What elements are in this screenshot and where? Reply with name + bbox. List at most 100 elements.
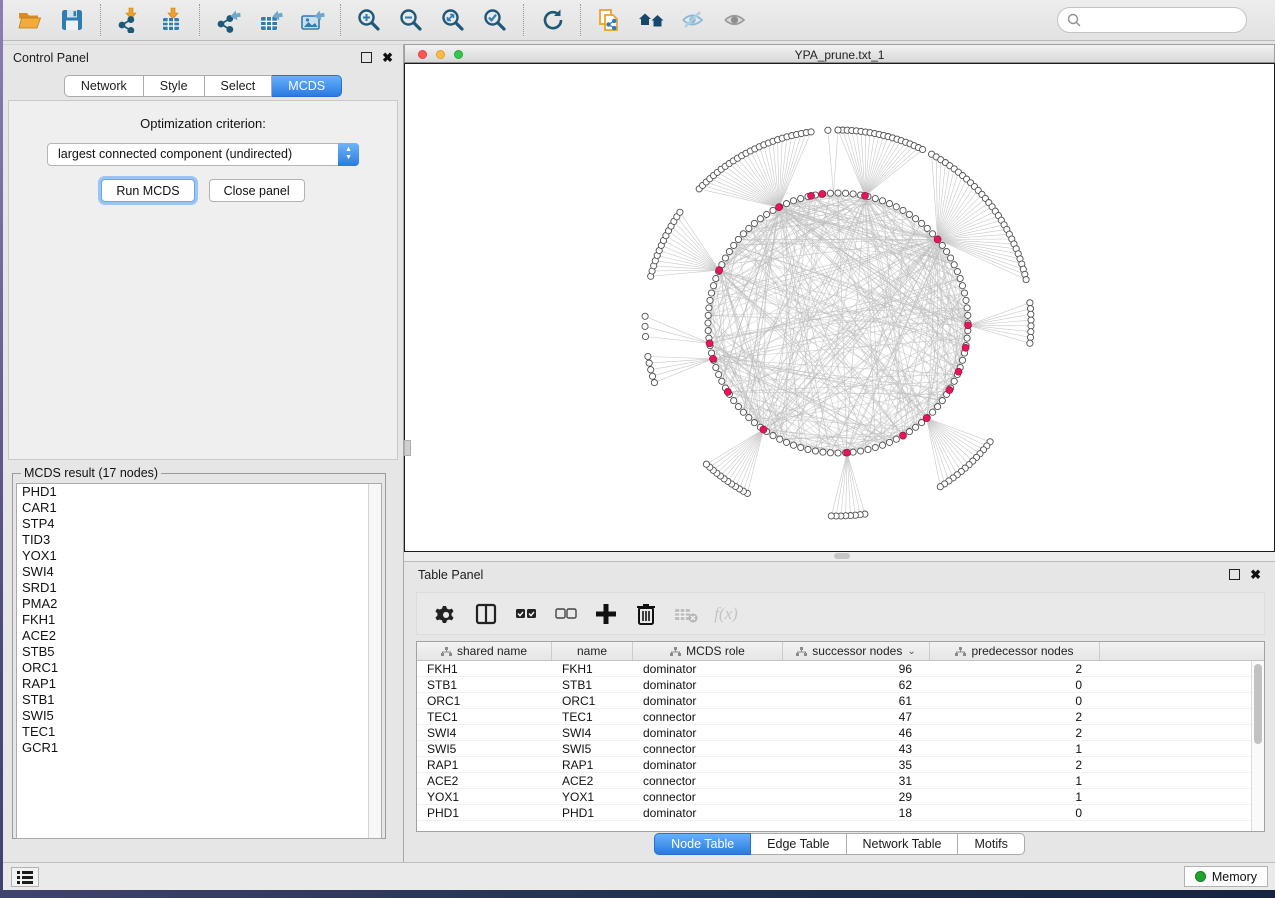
mcds-result-item[interactable]: ORC1 (17, 660, 381, 676)
tab-network[interactable]: Network (64, 75, 144, 97)
select-all-button[interactable] (513, 601, 539, 627)
table-row[interactable]: SWI5SWI5connector431 (417, 741, 1251, 757)
column-header-successor-nodes[interactable]: successor nodes⌄ (783, 642, 930, 660)
mcds-result-item[interactable]: TID3 (17, 532, 381, 548)
column-header-MCDS-role[interactable]: MCDS role (633, 642, 783, 660)
cell-shared-name: ORC1 (417, 693, 552, 708)
table-row[interactable]: SWI4SWI4dominator462 (417, 725, 1251, 741)
mcds-result-item[interactable]: ACE2 (17, 628, 381, 644)
settings-icon (433, 601, 459, 627)
float-table-panel-icon[interactable] (1229, 569, 1240, 580)
search-box[interactable] (1057, 7, 1247, 33)
mcds-result-item[interactable]: GCR1 (17, 740, 381, 756)
network-vertical-scroll-thumb[interactable] (404, 440, 411, 456)
tab-select[interactable]: Select (205, 75, 273, 97)
cell-MCDS-role: dominator (633, 693, 783, 708)
mcds-result-item[interactable]: STB1 (17, 692, 381, 708)
cell-predecessor-nodes: 2 (930, 661, 1100, 676)
mcds-tab-content: Optimization criterion: largest connecte… (8, 100, 398, 460)
table-scrollbar[interactable] (1251, 661, 1264, 831)
close-table-panel-icon[interactable]: ✖ (1250, 567, 1261, 582)
show-all-button[interactable] (714, 3, 756, 37)
table-tab-network-table[interactable]: Network Table (847, 833, 959, 855)
zoom-out-button[interactable] (390, 3, 432, 37)
table-row[interactable]: YOX1YOX1connector291 (417, 789, 1251, 805)
mcds-result-item[interactable]: SWI5 (17, 708, 381, 724)
table-scroll-thumb[interactable] (1254, 664, 1262, 744)
tab-style[interactable]: Style (144, 75, 205, 97)
mcds-result-item[interactable]: YOX1 (17, 548, 381, 564)
attribute-type-icon (955, 647, 966, 656)
open-file-button[interactable] (9, 3, 51, 37)
import-network-button[interactable] (108, 3, 150, 37)
column-header-predecessor-nodes[interactable]: predecessor nodes (930, 642, 1100, 660)
mcds-result-list[interactable]: PHD1CAR1STP4TID3YOX1SWI4SRD1PMA2FKH1ACE2… (16, 483, 382, 839)
search-input[interactable] (1081, 13, 1231, 27)
zoom-selected-button[interactable] (474, 3, 516, 37)
mcds-result-item[interactable]: RAP1 (17, 676, 381, 692)
table-row[interactable]: STB1STB1dominator620 (417, 677, 1251, 693)
mcds-result-item[interactable]: SWI4 (17, 564, 381, 580)
optimization-criterion-select[interactable]: largest connected component (undirected)… (47, 143, 359, 166)
mcds-result-item[interactable]: CAR1 (17, 500, 381, 516)
column-header-shared-name[interactable]: shared name (417, 642, 552, 660)
mcds-result-item[interactable]: PMA2 (17, 596, 381, 612)
table-row[interactable]: PHD1PHD1dominator180 (417, 805, 1251, 821)
float-panel-icon[interactable] (361, 52, 372, 63)
run-mcds-button[interactable]: Run MCDS (101, 179, 194, 202)
memory-button[interactable]: Memory (1184, 866, 1268, 887)
cell-predecessor-nodes: 0 (930, 677, 1100, 692)
first-neighbors-button[interactable] (630, 3, 672, 37)
table-tab-edge-table[interactable]: Edge Table (751, 833, 846, 855)
cell-name: YOX1 (552, 789, 633, 804)
mcds-result-item[interactable]: FKH1 (17, 612, 381, 628)
cell-predecessor-nodes: 2 (930, 725, 1100, 740)
table-header-row: shared name nameMCDS rolesuccessor nodes⌄… (417, 642, 1264, 661)
table-row[interactable]: FKH1FKH1dominator962 (417, 661, 1251, 677)
export-image-button[interactable] (291, 3, 333, 37)
table-row[interactable]: ORC1ORC1dominator610 (417, 693, 1251, 709)
mcds-result-item[interactable]: STB5 (17, 644, 381, 660)
cell-name: SWI4 (552, 725, 633, 740)
mcds-result-item[interactable]: SRD1 (17, 580, 381, 596)
save-session-icon (59, 7, 85, 33)
cell-successor-nodes: 96 (783, 661, 930, 676)
save-session-button[interactable] (51, 3, 93, 37)
mcds-result-item[interactable]: TEC1 (17, 724, 381, 740)
export-network-button[interactable] (207, 3, 249, 37)
table-row[interactable]: RAP1RAP1dominator352 (417, 757, 1251, 773)
task-history-button[interactable] (11, 867, 39, 887)
cell-successor-nodes: 29 (783, 789, 930, 804)
column-label: shared name (457, 644, 527, 658)
export-table-button[interactable] (249, 3, 291, 37)
apply-preferred-layout-button[interactable] (531, 3, 573, 37)
table-tab-motifs[interactable]: Motifs (958, 833, 1024, 855)
close-panel-button[interactable]: Close panel (209, 179, 305, 202)
mcds-list-scrollbar[interactable] (368, 484, 381, 838)
network-horizontal-scroll-thumb[interactable] (834, 553, 850, 559)
toolbar-groups (9, 3, 756, 37)
add-row-button[interactable] (593, 601, 619, 627)
criterion-selected-value: largest connected component (undirected) (58, 147, 292, 161)
attribute-type-icon (796, 647, 807, 656)
close-panel-icon[interactable]: ✖ (382, 50, 393, 65)
delete-row-button[interactable] (633, 601, 659, 627)
clear-selection-button[interactable] (553, 601, 579, 627)
table-tab-node-table[interactable]: Node Table (654, 833, 751, 855)
mcds-result-item[interactable]: PHD1 (17, 484, 381, 500)
copy-network-button[interactable] (588, 3, 630, 37)
network-window-titlebar[interactable]: YPA_prune.txt_1 (404, 44, 1275, 63)
mcds-result-item[interactable]: STP4 (17, 516, 381, 532)
import-table-button[interactable] (150, 3, 192, 37)
hide-selected-button[interactable] (672, 3, 714, 37)
network-horizontal-scrollbar[interactable] (404, 552, 1275, 561)
table-row[interactable]: TEC1TEC1connector472 (417, 709, 1251, 725)
zoom-in-button[interactable] (348, 3, 390, 37)
tab-mcds[interactable]: MCDS (272, 75, 342, 97)
show-columns-button[interactable] (473, 601, 499, 627)
network-canvas[interactable] (404, 63, 1275, 552)
table-row[interactable]: ACE2ACE2connector311 (417, 773, 1251, 789)
column-header-name[interactable]: name (552, 642, 633, 660)
zoom-fit-button[interactable] (432, 3, 474, 37)
settings-button[interactable] (433, 601, 459, 627)
